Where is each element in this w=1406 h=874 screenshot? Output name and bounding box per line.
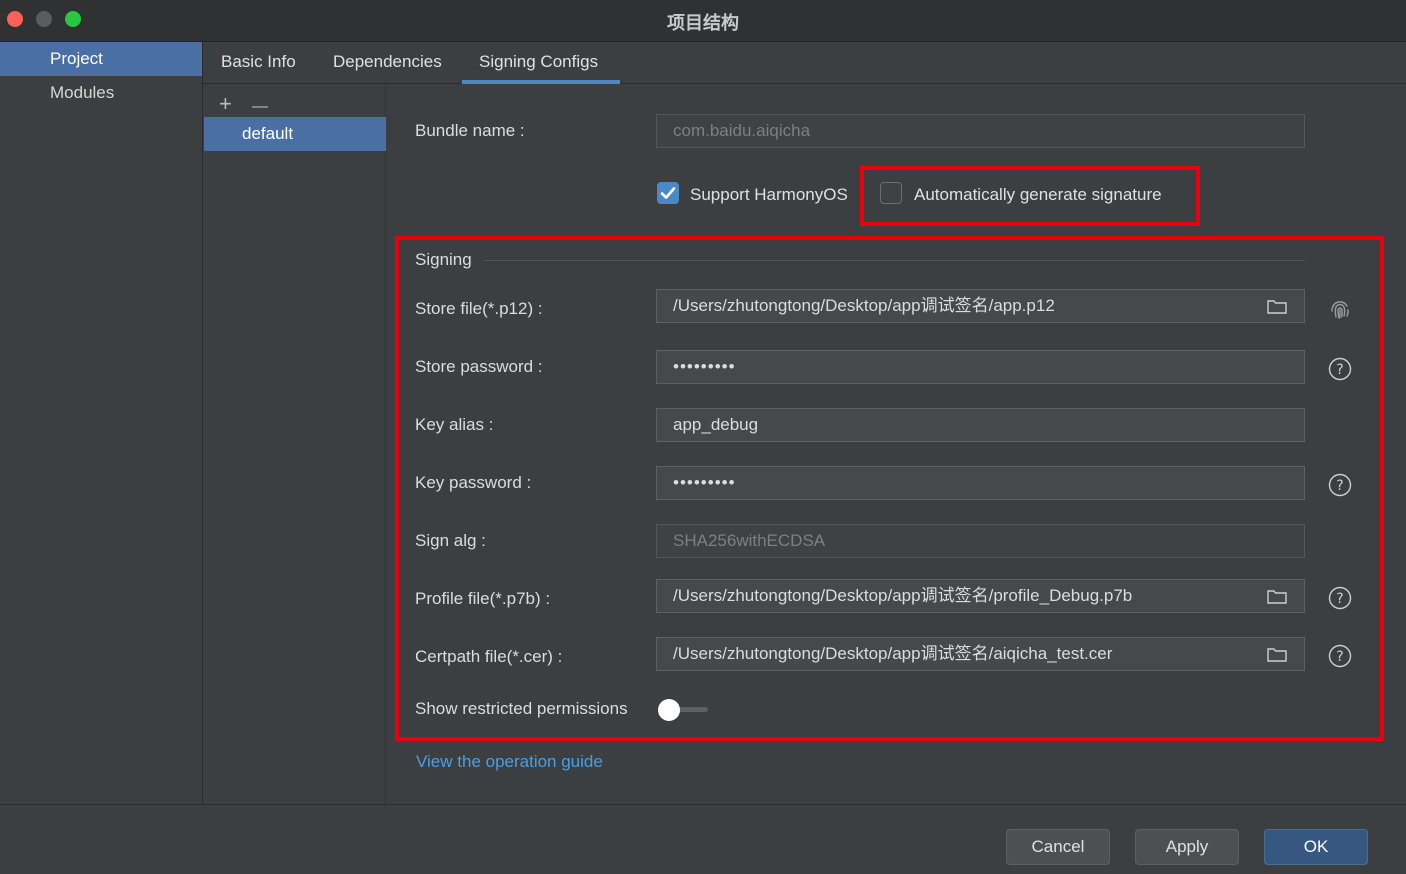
certpath-file-label: Certpath file(*.cer) : bbox=[415, 647, 563, 666]
support-harmonyos-checkbox[interactable] bbox=[657, 182, 679, 204]
help-icon[interactable]: ? bbox=[1328, 644, 1352, 668]
sign-alg-field: SHA256withECDSA bbox=[656, 524, 1305, 558]
profile-file-field[interactable]: /Users/zhutongtong/Desktop/app调试签名/profi… bbox=[656, 579, 1305, 613]
tab-bar: Basic Info Dependencies Signing Configs bbox=[203, 42, 1406, 84]
sidebar: Project Modules bbox=[0, 42, 203, 804]
certpath-file-field[interactable]: /Users/zhutongtong/Desktop/app调试签名/aiqic… bbox=[656, 637, 1305, 671]
support-harmonyos-label: Support HarmonyOS bbox=[690, 185, 848, 204]
bundle-name-field: com.baidu.aiqicha bbox=[656, 114, 1305, 148]
svg-text:?: ? bbox=[1336, 591, 1343, 607]
svg-text:?: ? bbox=[1336, 649, 1343, 665]
fingerprint-icon[interactable] bbox=[1328, 297, 1352, 321]
profile-file-label: Profile file(*.p7b) : bbox=[415, 589, 551, 608]
cancel-button[interactable]: Cancel bbox=[1006, 829, 1110, 865]
add-config-button[interactable]: + bbox=[219, 91, 232, 116]
store-file-value: /Users/zhutongtong/Desktop/app调试签名/app.p… bbox=[673, 296, 1055, 315]
window-title: 项目结构 bbox=[667, 13, 739, 34]
help-icon[interactable]: ? bbox=[1328, 473, 1352, 497]
store-password-label: Store password : bbox=[415, 357, 543, 376]
key-password-field[interactable]: ••••••••• bbox=[656, 466, 1305, 500]
store-password-field[interactable]: ••••••••• bbox=[656, 350, 1305, 384]
ok-button[interactable]: OK bbox=[1264, 829, 1368, 865]
key-alias-label: Key alias : bbox=[415, 415, 494, 434]
apply-button[interactable]: Apply bbox=[1135, 829, 1239, 865]
folder-icon[interactable] bbox=[1267, 299, 1287, 314]
auto-generate-highlight bbox=[860, 166, 1200, 226]
active-tab-indicator bbox=[462, 80, 620, 84]
show-restricted-permissions-label: Show restricted permissions bbox=[415, 699, 628, 718]
sign-alg-label: Sign alg : bbox=[415, 531, 486, 550]
check-icon bbox=[660, 187, 676, 199]
signing-section-title: Signing bbox=[415, 250, 472, 269]
list-toolbar: + — bbox=[219, 91, 282, 117]
certpath-file-value: /Users/zhutongtong/Desktop/app调试签名/aiqic… bbox=[673, 644, 1113, 663]
operation-guide-link[interactable]: View the operation guide bbox=[416, 752, 603, 772]
config-item-default[interactable]: default bbox=[204, 117, 386, 151]
signing-config-list: + — default bbox=[203, 85, 386, 804]
store-file-label: Store file(*.p12) : bbox=[415, 299, 543, 318]
remove-config-button[interactable]: — bbox=[252, 98, 268, 115]
section-divider bbox=[485, 260, 1305, 261]
folder-icon[interactable] bbox=[1267, 647, 1287, 662]
help-icon[interactable]: ? bbox=[1328, 357, 1352, 381]
profile-file-value: /Users/zhutongtong/Desktop/app调试签名/profi… bbox=[673, 586, 1133, 605]
bundle-name-label: Bundle name : bbox=[415, 121, 525, 140]
help-icon[interactable]: ? bbox=[1328, 586, 1352, 610]
tab-basic-info[interactable]: Basic Info bbox=[221, 52, 296, 72]
sidebar-item-modules[interactable]: Modules bbox=[0, 76, 202, 110]
tab-dependencies[interactable]: Dependencies bbox=[333, 52, 442, 72]
tab-signing-configs[interactable]: Signing Configs bbox=[479, 52, 598, 72]
store-file-field[interactable]: /Users/zhutongtong/Desktop/app调试签名/app.p… bbox=[656, 289, 1305, 323]
dialog-footer: Cancel Apply OK bbox=[0, 804, 1406, 874]
show-restricted-toggle[interactable] bbox=[658, 699, 680, 721]
key-alias-field[interactable]: app_debug bbox=[656, 408, 1305, 442]
folder-icon[interactable] bbox=[1267, 589, 1287, 604]
svg-text:?: ? bbox=[1336, 478, 1343, 494]
svg-text:?: ? bbox=[1336, 362, 1343, 378]
sidebar-item-project[interactable]: Project bbox=[0, 42, 202, 76]
title-bar: 项目结构 bbox=[0, 0, 1406, 42]
key-password-label: Key password : bbox=[415, 473, 532, 492]
